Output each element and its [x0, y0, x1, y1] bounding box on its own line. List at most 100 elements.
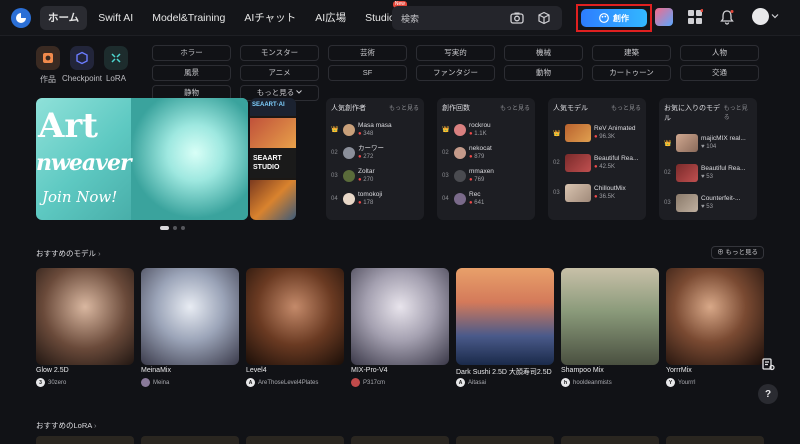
- tag-anime[interactable]: アニメ: [240, 65, 319, 81]
- carousel-dot[interactable]: [160, 226, 169, 230]
- cube-icon[interactable]: [537, 11, 551, 25]
- ranking-row[interactable]: 02 カーワー ● 272: [331, 141, 419, 164]
- more-label: もっと見る: [725, 249, 759, 256]
- tag-horror[interactable]: ホラー: [152, 45, 231, 61]
- search-input[interactable]: 検索: [392, 6, 562, 30]
- tab-works[interactable]: 作品: [34, 46, 62, 85]
- ranking-row[interactable]: 02 Beautiful Rea... ♥ 53: [664, 158, 752, 188]
- tab-checkpoint[interactable]: Checkpoint: [62, 46, 102, 85]
- section-title-text: おすすめのモデル: [36, 249, 96, 258]
- banner-studio-text: SEAART STUDIO: [250, 148, 296, 178]
- tag-sf[interactable]: SF: [328, 65, 407, 81]
- model-card[interactable]: Shampoo Mix h hooldeanmists: [561, 268, 659, 398]
- flame-icon: ●: [469, 130, 473, 137]
- lora-card[interactable]: [141, 436, 239, 444]
- lora-card[interactable]: [666, 436, 764, 444]
- banner-title: Art: [38, 106, 98, 146]
- ranking-more-link[interactable]: もっと見る: [500, 103, 530, 113]
- model-card[interactable]: MIX-Pro-V4 P317cm: [351, 268, 449, 398]
- create-button[interactable]: 創作: [581, 9, 647, 27]
- feedback-icon[interactable]: [758, 354, 778, 374]
- model-card[interactable]: Glow 2.5D 3 30zero: [36, 268, 134, 398]
- ranking-row[interactable]: 04 Rec ● 641: [442, 187, 530, 210]
- nav-ai-chat[interactable]: AIチャット: [236, 6, 304, 30]
- lora-card[interactable]: [246, 436, 344, 444]
- create-highlight: 創作: [576, 4, 652, 32]
- camera-icon[interactable]: [510, 11, 524, 25]
- tag-landscape[interactable]: 風景: [152, 65, 231, 81]
- ranking-more-link[interactable]: もっと見る: [724, 103, 752, 123]
- model-thumbnail: [676, 134, 698, 152]
- ranking-row[interactable]: 04 tomokoji ● 178: [331, 187, 419, 210]
- ranking-row[interactable]: 03 Zoltar ● 270: [331, 164, 419, 187]
- ranking-popular-models: 人気モデル もっと見る 👑 ReV Animated ● 96.3K 02 Beauti…: [548, 98, 646, 220]
- ranking-row[interactable]: 👑 ReV Animated ● 96.3K: [553, 118, 641, 148]
- model-card[interactable]: Level4 A AreThoseLevel4Plates: [246, 268, 344, 398]
- model-card[interactable]: YorrrMix Y Yourrrl: [666, 268, 764, 398]
- tag-architecture[interactable]: 建築: [592, 45, 671, 61]
- chevron-right-icon: ›: [98, 249, 101, 258]
- nav-ai-square[interactable]: AI広場: [307, 6, 354, 30]
- avatar: [454, 192, 466, 205]
- ranking-row[interactable]: 03 Counterfeit-... ♥ 53: [664, 188, 752, 218]
- tag-person[interactable]: 人物: [680, 45, 759, 61]
- logo-icon[interactable]: [11, 8, 31, 28]
- nav-swift-ai[interactable]: Swift AI: [90, 6, 141, 30]
- uploader-name: hooldeanmists: [573, 379, 612, 386]
- model-name: majicMIX real...: [701, 135, 746, 142]
- hero-banner[interactable]: Art nweaver Join Now!: [36, 98, 248, 220]
- model-title: MIX-Pro-V4: [351, 367, 388, 374]
- section-title-models[interactable]: おすすめのモデル ›: [36, 248, 101, 259]
- chevron-down-icon[interactable]: [771, 12, 779, 20]
- tab-lora[interactable]: LoRA: [102, 46, 130, 85]
- ranking-row[interactable]: 03 ChilloutMix ● 36.5K: [553, 178, 641, 208]
- model-card[interactable]: Dark Sushi 2.5D 大顔寿司2.5D A Aitasai: [456, 268, 554, 398]
- nav-home[interactable]: ホーム: [40, 6, 88, 30]
- tag-realistic[interactable]: 写実的: [416, 45, 495, 61]
- flame-icon: ●: [469, 153, 473, 160]
- uploader-name: AreThoseLevel4Plates: [258, 379, 319, 386]
- ranking-row[interactable]: 👑 Masa masa ● 348: [331, 118, 419, 141]
- ranking-row[interactable]: 02 nekocat ● 879: [442, 141, 530, 164]
- ranking-more-link[interactable]: もっと見る: [389, 103, 419, 113]
- tag-transport[interactable]: 交通: [680, 65, 759, 81]
- uploader-avatar: [351, 378, 360, 387]
- user-avatar[interactable]: [752, 8, 769, 25]
- ranking-row[interactable]: 03 mmaxen ● 769: [442, 164, 530, 187]
- tag-art[interactable]: 芸術: [328, 45, 407, 61]
- carousel-dot[interactable]: [173, 226, 177, 230]
- tag-animal[interactable]: 動物: [504, 65, 583, 81]
- ranking-row[interactable]: 👑 majicMIX real... ♥ 104: [664, 128, 752, 158]
- model-card[interactable]: MeinaMix Meina: [141, 268, 239, 398]
- tag-machine[interactable]: 機械: [504, 45, 583, 61]
- help-button[interactable]: ?: [758, 384, 778, 404]
- creator-name: rockrou: [469, 121, 491, 129]
- tag-monster[interactable]: モンスター: [240, 45, 319, 61]
- secondary-banner[interactable]: SEAART·AI SEAART STUDIO: [250, 98, 296, 220]
- section-title-text: おすすめのLoRA: [36, 421, 92, 430]
- tag-fantasy[interactable]: ファンタジー: [416, 65, 495, 81]
- tag-cartoon[interactable]: カートゥーン: [592, 65, 671, 81]
- lora-card[interactable]: [351, 436, 449, 444]
- grid-icon[interactable]: [687, 9, 703, 25]
- section-title-lora[interactable]: おすすめのLoRA ›: [36, 420, 96, 431]
- bell-icon[interactable]: [719, 9, 735, 25]
- gift-icon[interactable]: [655, 8, 673, 26]
- nav-model-training[interactable]: Model&Training: [144, 6, 233, 30]
- model-name: ChilloutMix: [594, 185, 626, 192]
- more-models-button[interactable]: ⊕ もっと見る: [711, 246, 764, 259]
- ranking-more-link[interactable]: もっと見る: [611, 103, 641, 113]
- model-name: Beautiful Rea...: [701, 165, 746, 172]
- lora-card[interactable]: [36, 436, 134, 444]
- model-stat: 53: [706, 174, 713, 180]
- ranking-row[interactable]: 02 Beautiful Rea... ● 42.5K: [553, 148, 641, 178]
- help-icon: ?: [764, 388, 772, 400]
- creator-name: Rec: [469, 190, 481, 198]
- uploader-avatar: Y: [666, 378, 675, 387]
- lora-card[interactable]: [561, 436, 659, 444]
- carousel-dot[interactable]: [181, 226, 185, 230]
- lora-card[interactable]: [456, 436, 554, 444]
- crown-icon: 👑: [553, 130, 561, 137]
- avatar: [343, 169, 355, 182]
- ranking-row[interactable]: 👑 rockrou ● 1.1K: [442, 118, 530, 141]
